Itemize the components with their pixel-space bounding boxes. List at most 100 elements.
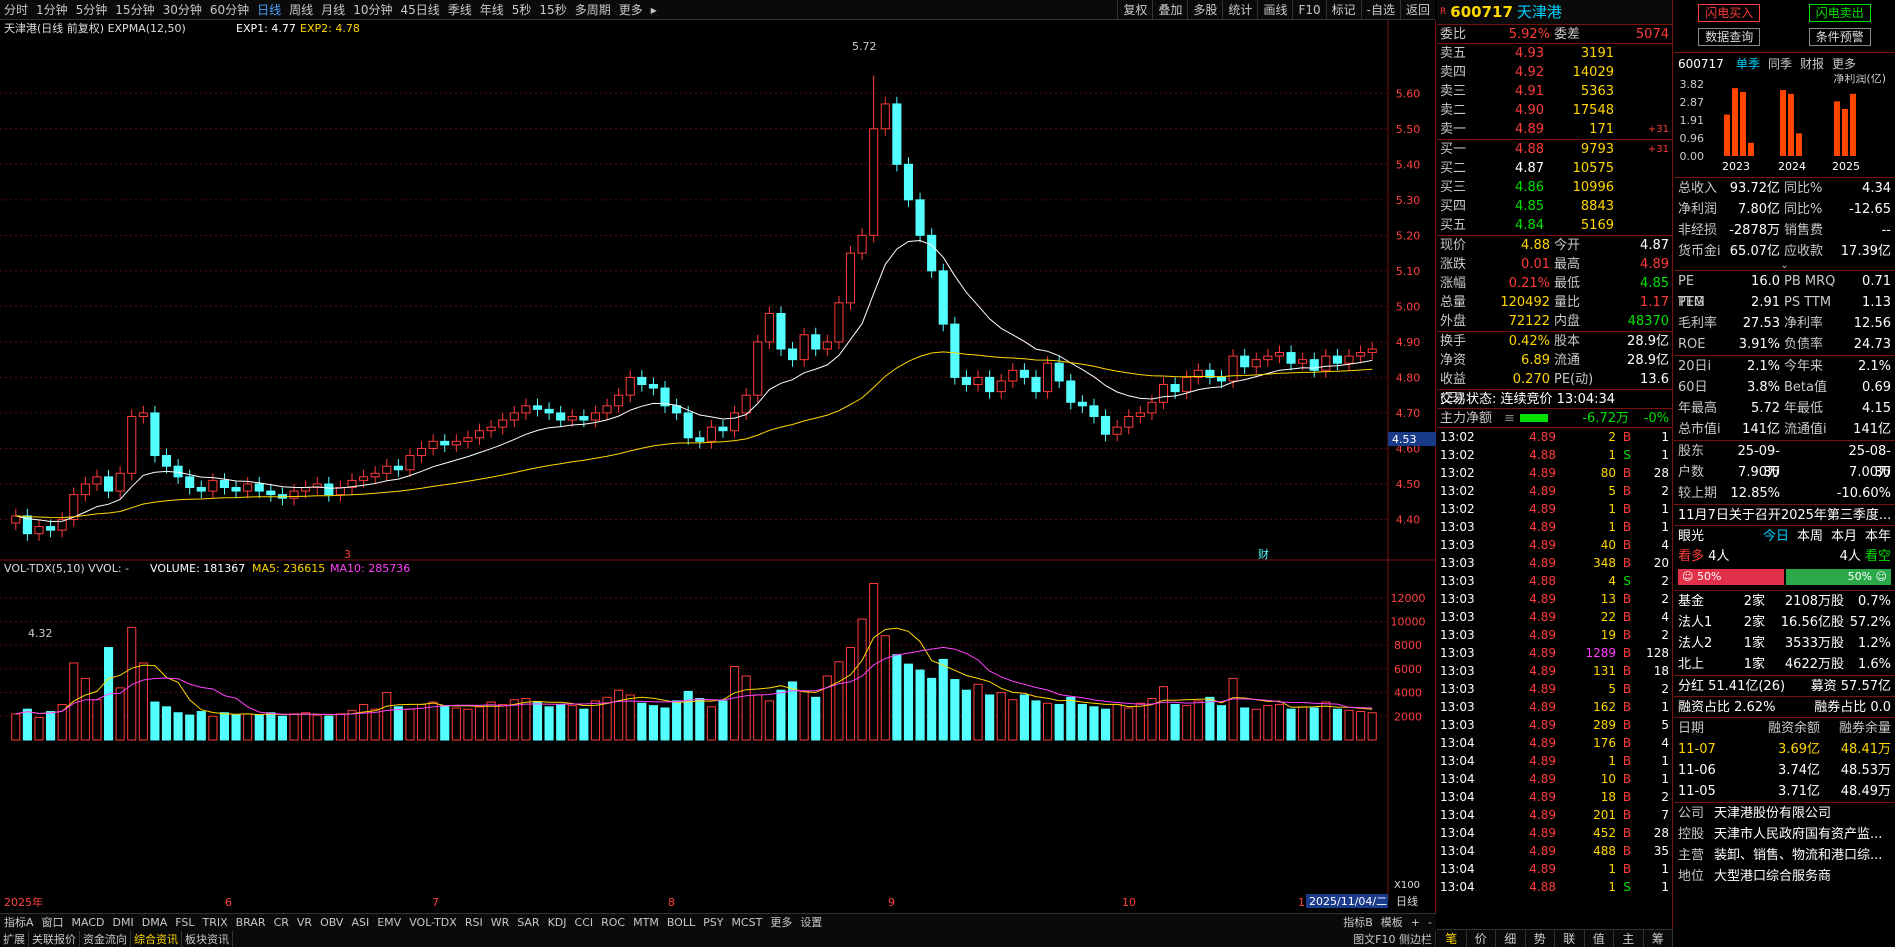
profit-tab[interactable]: 单季 — [1736, 55, 1760, 72]
indicator-right-button[interactable]: 指标B — [1339, 914, 1377, 930]
toolbar-button[interactable]: 返回 — [1399, 0, 1435, 20]
info-tab[interactable]: 综合资讯 — [131, 930, 182, 947]
indicator-tab[interactable]: MTM — [629, 916, 663, 929]
indicator-tab[interactable]: SAR — [513, 916, 543, 929]
indicator-tab[interactable]: MACD — [68, 916, 109, 929]
flash-sell-button[interactable]: 闪电卖出 — [1808, 4, 1871, 22]
indicator-tab[interactable]: BRAR — [232, 916, 270, 929]
indicator-tab[interactable]: DMI — [109, 916, 138, 929]
tick-list[interactable]: 13:02 4.89 2 B 1 13:02 4.88 1 S 1 13:02 4.89 80 B 28 13… — [1437, 427, 1672, 896]
toolbar-button[interactable]: 多股 — [1187, 0, 1222, 20]
eye-tab[interactable]: 本年 — [1865, 526, 1891, 547]
expand-icon[interactable]: ⌄ — [1674, 261, 1895, 271]
menu-icon[interactable]: ≡ — [1504, 409, 1515, 427]
book-row[interactable]: 卖二 4.90 17548 — [1437, 101, 1672, 120]
data-query-button[interactable]: 数据查询 — [1698, 28, 1761, 46]
quote-tab[interactable]: 笔 — [1437, 930, 1467, 947]
condition-alert-button[interactable]: 条件预警 — [1808, 28, 1871, 46]
period-tab[interactable]: 分时 — [0, 0, 32, 20]
toolbar-button[interactable]: 标记 — [1325, 0, 1361, 20]
indicator-tab[interactable]: BOLL — [663, 916, 699, 929]
period-tab[interactable]: 1分钟 — [32, 0, 72, 20]
period-tab[interactable]: 季线 — [444, 0, 476, 20]
period-tab[interactable]: 5秒 — [508, 0, 536, 20]
period-tab[interactable]: 日线 — [253, 0, 285, 20]
book-row[interactable]: 卖一 4.89 171 +31 — [1437, 120, 1672, 139]
indicator-tab[interactable]: EMV — [373, 916, 405, 929]
eye-tab[interactable]: 今日 — [1763, 526, 1789, 547]
indicator-tab[interactable]: VOL-TDX — [405, 916, 461, 929]
period-tab[interactable]: 45日线 — [396, 0, 443, 20]
toolbar-button[interactable]: 统计 — [1222, 0, 1257, 20]
book-row[interactable]: 买五 4.84 5169 — [1437, 216, 1672, 235]
period-tab[interactable]: 30分钟 — [159, 0, 206, 20]
indicator-right-button[interactable]: + — [1407, 916, 1424, 929]
indicator-tab[interactable]: VR — [293, 916, 316, 929]
book-row[interactable]: 买三 4.86 10996 — [1437, 178, 1672, 197]
indicator-tab[interactable]: DMA — [138, 916, 172, 929]
period-tab[interactable]: 年线 — [476, 0, 508, 20]
quote-tab[interactable]: 值 — [1585, 930, 1614, 947]
toolbar-button[interactable]: 画线 — [1257, 0, 1292, 20]
quote-tab[interactable]: 主 — [1614, 930, 1644, 947]
notice-text[interactable]: 11月7日关于召开2025年第三季度... — [1678, 505, 1891, 525]
indicator-tab[interactable]: ROC — [597, 916, 629, 929]
indicator-tab[interactable]: 设置 — [796, 914, 826, 930]
info-tab[interactable]: 板块资讯 — [182, 930, 233, 947]
indicator-tab[interactable]: ASI — [347, 916, 373, 929]
toolbar-button[interactable]: 叠加 — [1152, 0, 1187, 20]
book-row[interactable]: 卖三 4.91 5363 — [1437, 82, 1672, 101]
book-row[interactable]: 卖五 4.93 3191 — [1437, 44, 1672, 63]
stock-name[interactable]: 天津港 — [1517, 0, 1562, 24]
indicator-tab[interactable]: RSI — [461, 916, 487, 929]
period-tab[interactable]: 10分钟 — [349, 0, 396, 20]
notice-row[interactable]: 11月7日关于召开2025年第三季度... — [1674, 504, 1895, 525]
period-tab[interactable]: 周线 — [285, 0, 317, 20]
indicator-tab[interactable]: PSY — [699, 916, 727, 929]
indicator-tab[interactable]: 更多 — [766, 914, 796, 930]
toolbar-button[interactable]: F10 — [1292, 0, 1325, 20]
indicator-tab[interactable]: KDJ — [544, 916, 571, 929]
indicator-tab[interactable]: WR — [487, 916, 514, 929]
quote-tab[interactable]: 联 — [1555, 930, 1585, 947]
profit-tab[interactable]: 同季 — [1768, 55, 1792, 72]
kline-chart-area[interactable]: 5.60 5.50 5.40 5.30 5.20 5.10 5.00 4.90 4.80 4.70… — [0, 20, 1436, 915]
info-tab[interactable]: 关联报价 — [29, 930, 80, 947]
indicator-tab[interactable]: 窗口 — [38, 914, 68, 930]
period-tab[interactable]: 多周期 — [571, 0, 615, 20]
indicator-tab[interactable]: CCI — [571, 916, 598, 929]
info-tab[interactable]: 扩展 — [0, 930, 29, 947]
indicator-right-button[interactable]: - — [1424, 916, 1436, 929]
indicator-tab[interactable]: FSL — [171, 916, 198, 929]
book-row[interactable]: 买一 4.88 9793 +31 — [1437, 140, 1672, 159]
profit-tab[interactable]: 财报 — [1800, 55, 1824, 72]
kline-chart[interactable]: 5.60 5.50 5.40 5.30 5.20 5.10 5.00 4.90 4.80 4.70… — [0, 20, 1436, 915]
period-tab[interactable]: 15秒 — [535, 0, 570, 20]
sidebar-toggle[interactable]: 图文F10 侧边栏 — [1350, 930, 1436, 947]
indicator-tab[interactable]: 指标A — [0, 914, 38, 930]
eye-tab[interactable]: 本周 — [1797, 526, 1823, 547]
period-tab[interactable]: 更多 — [615, 0, 647, 20]
quote-tab[interactable]: 筹 — [1644, 930, 1673, 947]
book-row[interactable]: 买二 4.87 10575 — [1437, 159, 1672, 178]
indicator-tab[interactable]: CR — [270, 916, 293, 929]
indicator-tab[interactable]: TRIX — [198, 916, 231, 929]
quote-tab[interactable]: 价 — [1467, 930, 1496, 947]
period-tab[interactable]: 5分钟 — [72, 0, 112, 20]
book-row[interactable]: 买四 4.85 8843 — [1437, 197, 1672, 216]
indicator-tab[interactable]: MCST — [727, 916, 766, 929]
toolbar-button[interactable]: -自选 — [1360, 0, 1400, 20]
flash-buy-button[interactable]: 闪电买入 — [1698, 4, 1761, 22]
toolbar-button[interactable]: 复权 — [1117, 0, 1152, 20]
indicator-tab[interactable]: OBV — [316, 916, 347, 929]
info-tab[interactable]: 资金流向 — [80, 930, 131, 947]
period-tab[interactable]: 月线 — [317, 0, 349, 20]
quote-tab[interactable]: 细 — [1496, 930, 1526, 947]
period-tab[interactable]: 15分钟 — [111, 0, 158, 20]
eye-tab[interactable]: 本月 — [1831, 526, 1857, 547]
quote-tab[interactable]: 势 — [1526, 930, 1555, 947]
period-tab[interactable]: 60分钟 — [206, 0, 253, 20]
profit-tab[interactable]: 更多 — [1832, 55, 1856, 72]
indicator-right-button[interactable]: 模板 — [1377, 914, 1407, 930]
more-arrow-icon[interactable]: ▸ — [647, 0, 661, 20]
